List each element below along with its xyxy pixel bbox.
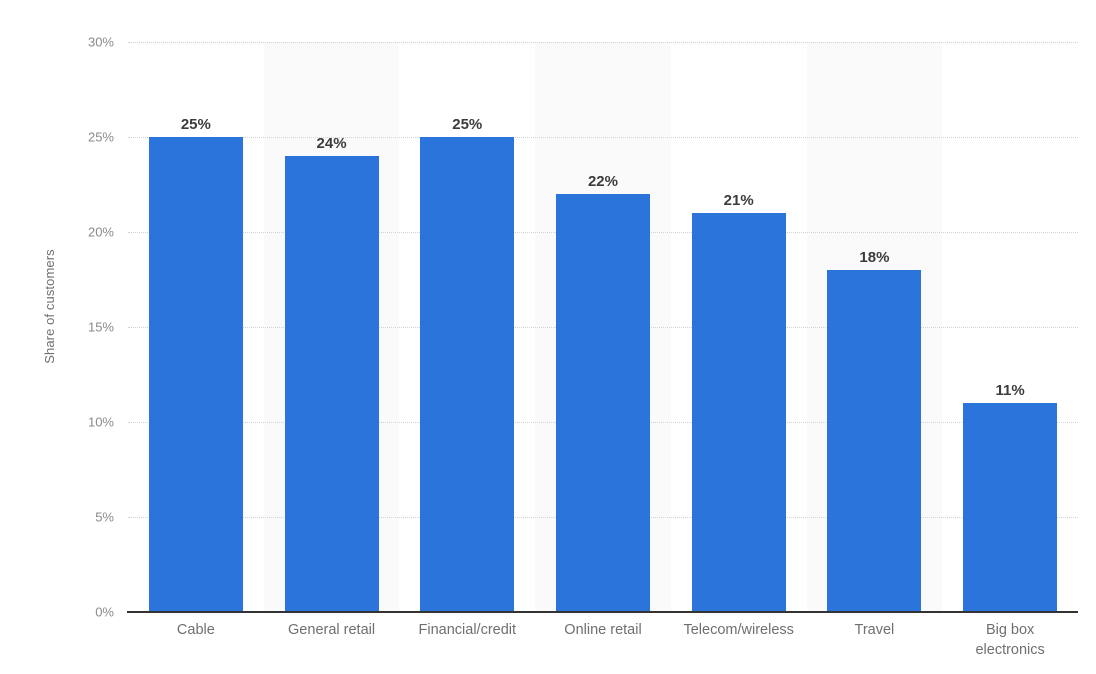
bar-value-label: 22% [587,173,618,190]
x-axis-tick-label-line: General retail [288,622,376,638]
x-axis-tick-label-line: Cable [176,622,215,638]
x-axis-line [127,611,1078,613]
bar[interactable] [284,156,379,612]
bar-value-label: 25% [180,116,211,133]
y-axis-tick-label: 10% [87,414,114,430]
x-axis-tick-label: Cable [128,620,264,640]
plot-area: 25% 24% 25% 22% 21% 18% 11% [128,42,1078,612]
x-axis-tick-label-line: Telecom/wireless [683,622,794,638]
y-axis-tick-label: 5% [95,509,114,525]
y-axis-title: Share of customers [34,0,64,612]
bar-value-label: 11% [995,382,1025,399]
bar[interactable] [691,213,786,612]
bar-value-label: 18% [859,249,890,266]
x-axis-tick-label: Travel [807,620,943,640]
x-axis-tick-label: Financial/credit [399,620,535,640]
bar[interactable] [148,137,243,612]
bar-value-label: 24% [316,135,347,152]
bar-value-label: 25% [452,116,483,133]
bar[interactable] [420,137,515,612]
x-axis-tick-label: General retail [264,620,400,640]
y-axis-tick-label: 20% [87,224,114,240]
x-axis-tick-label-line: Financial/credit [418,622,517,638]
y-axis-tick-label: 30% [87,34,114,50]
y-axis-tick-label: 15% [87,319,114,335]
x-axis-tick-label-line: Big box [985,622,1035,638]
bar-value-label: 21% [723,192,754,209]
x-axis-tick-label-line: Online retail [564,622,642,638]
x-axis-tick-label-line: electronics [975,642,1045,658]
y-axis-tick-label: 0% [95,604,114,620]
bar[interactable] [556,194,650,612]
x-axis-tick-label-line: Travel [854,622,895,638]
y-axis-tick-label: 25% [87,129,114,145]
bars-group: 25% 24% 25% 22% 21% 18% 11% [128,42,1078,612]
y-axis-title-text: Share of customers [41,248,57,364]
x-axis-tick-label: Online retail [535,620,671,640]
x-axis-tick-label: Telecom/wireless [671,620,807,640]
x-axis-labels: Cable General retail Financial/credit Onlin… [128,620,1078,674]
bar-chart: Share of customers 25% 24% 25% 22% 21% 18% 11%… [0,0,1096,674]
bar[interactable] [963,403,1058,612]
x-axis-tick-label: Big box electronics [942,620,1078,660]
bar[interactable] [827,270,922,612]
